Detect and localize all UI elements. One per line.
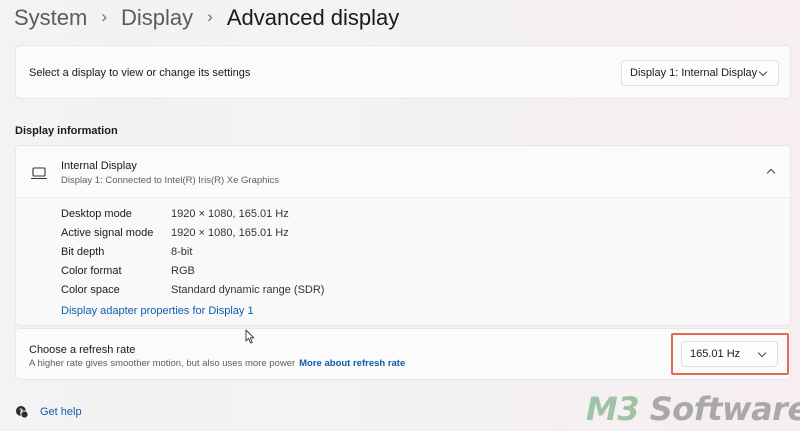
watermark-m3: M3	[586, 390, 640, 428]
breadcrumb: System › Display › Advanced display	[14, 4, 399, 32]
display-select-prompt: Select a display to view or change its s…	[29, 67, 251, 79]
refresh-rate-card: Choose a refresh rate A higher rate give…	[15, 328, 791, 380]
detail-value: 1920 × 1080, 165.01 Hz	[171, 227, 289, 239]
display-info-title: Internal Display	[61, 160, 137, 172]
chevron-down-icon	[757, 348, 767, 358]
svg-text:?: ?	[19, 408, 23, 416]
display-select-card: Select a display to view or change its s…	[15, 45, 791, 99]
page-title: Advanced display	[226, 5, 400, 30]
get-help[interactable]: ? Get help	[15, 405, 82, 419]
breadcrumb-display[interactable]: Display	[121, 5, 193, 31]
display-dropdown[interactable]: Display 1: Internal Display	[621, 60, 779, 86]
display-adapter-properties-link[interactable]: Display adapter properties for Display 1	[61, 305, 254, 317]
breadcrumb-system[interactable]: System	[14, 5, 87, 31]
detail-label: Bit depth	[61, 246, 105, 258]
detail-value: 8-bit	[171, 246, 193, 258]
detail-label: Color space	[61, 284, 120, 296]
refresh-rate-title: Choose a refresh rate	[29, 344, 136, 356]
refresh-rate-dropdown[interactable]: 165.01 Hz	[681, 341, 778, 367]
more-about-refresh-rate-link[interactable]: More about refresh rate	[299, 358, 405, 369]
detail-value: 1920 × 1080, 165.01 Hz	[171, 208, 289, 220]
help-chat-icon: ?	[16, 406, 29, 419]
breadcrumb-separator: ›	[207, 7, 213, 26]
display-details-panel: Desktop mode 1920 × 1080, 165.01 Hz Acti…	[15, 197, 791, 326]
detail-value: RGB	[171, 265, 195, 277]
mouse-cursor-icon	[245, 329, 255, 344]
display-info-header[interactable]: Internal Display Display 1: Connected to…	[15, 145, 791, 198]
detail-value: Standard dynamic range (SDR)	[171, 284, 325, 296]
detail-label: Color format	[61, 265, 122, 277]
display-dropdown-value: Display 1: Internal Display	[630, 67, 758, 79]
breadcrumb-separator: ›	[101, 7, 108, 26]
detail-label: Desktop mode	[61, 208, 132, 220]
laptop-icon	[31, 167, 47, 180]
display-info-subtitle: Display 1: Connected to Intel(R) Iris(R)…	[61, 175, 280, 186]
get-help-link[interactable]: Get help	[40, 406, 82, 418]
detail-label: Active signal mode	[61, 227, 154, 239]
refresh-rate-value: 165.01 Hz	[690, 348, 741, 360]
refresh-rate-description: A higher rate gives smoother motion, but…	[29, 358, 405, 369]
chevron-down-icon	[758, 67, 768, 77]
m3-software-watermark: M3 Software	[586, 390, 800, 428]
section-heading-display-information: Display information	[15, 125, 118, 137]
refresh-rate-description-text: A higher rate gives smoother motion, but…	[29, 358, 296, 369]
watermark-software: Software	[639, 390, 800, 428]
chevron-up-icon[interactable]	[766, 168, 776, 178]
